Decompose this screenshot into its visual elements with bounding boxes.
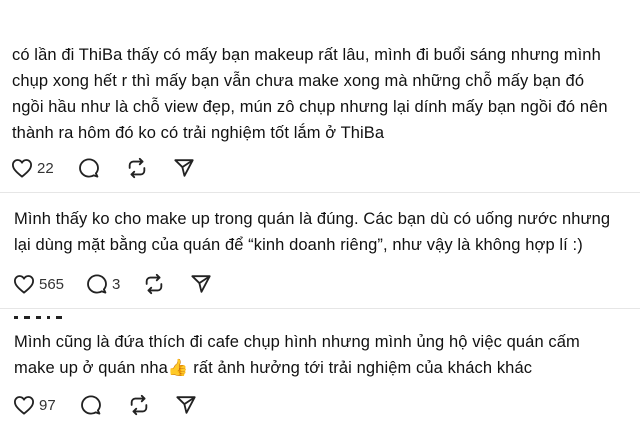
comment-button[interactable]: 3 — [86, 273, 120, 295]
post-text-line: Mình cũng là đứa thích đi cafe chụp hình… — [14, 333, 580, 351]
comment-bubble-icon — [80, 394, 102, 416]
clipped-text-fragment — [14, 312, 106, 320]
heart-icon — [13, 395, 35, 415]
repost-icon — [126, 157, 148, 179]
post-text: có lần đi ThiBa thấy có mấy bạn makeup r… — [12, 42, 608, 146]
comment-count: 3 — [112, 275, 121, 293]
post-text-line: có lần đi ThiBa thấy có mấy bạn makeup r… — [12, 46, 601, 64]
repost-button[interactable] — [128, 394, 150, 416]
like-count: 22 — [37, 159, 54, 177]
post-text-line: make up ở quán nha👍 rất ảnh hưởng tới tr… — [14, 359, 533, 377]
like-count: 565 — [39, 275, 65, 293]
comment-button[interactable] — [80, 394, 102, 416]
post-text: Mình thấy ko cho make up trong quán là đ… — [14, 206, 610, 258]
send-icon — [175, 394, 197, 416]
share-button[interactable] — [190, 273, 212, 295]
send-icon — [190, 273, 212, 295]
repost-button[interactable] — [126, 157, 148, 179]
like-button[interactable]: 565 — [13, 274, 64, 294]
comment-button[interactable] — [78, 157, 100, 179]
post-divider — [0, 308, 640, 309]
action-bar: 97 — [13, 393, 197, 417]
post-text-line: Mình thấy ko cho make up trong quán là đ… — [14, 210, 611, 228]
repost-button[interactable] — [143, 273, 165, 295]
share-button[interactable] — [173, 157, 195, 179]
post-divider — [0, 192, 640, 193]
comment-bubble-icon — [86, 273, 108, 295]
repost-icon — [143, 273, 165, 295]
post-text-line: lại dùng mặt bằng của quán để “kinh doan… — [14, 236, 583, 254]
share-button[interactable] — [175, 394, 197, 416]
send-icon — [173, 157, 195, 179]
post-text-line: thành ra hôm đó ko có trải nghiệm tốt lắ… — [12, 124, 385, 142]
heart-icon — [13, 274, 35, 294]
like-button[interactable]: 97 — [13, 395, 56, 415]
comment-bubble-icon — [78, 157, 100, 179]
post-text-line: ngồi hầu như là chỗ view đẹp, mún zô chụ… — [12, 98, 608, 116]
action-bar: 565 3 — [13, 272, 212, 296]
repost-icon — [128, 394, 150, 416]
heart-icon — [11, 158, 33, 178]
action-bar: 22 — [11, 156, 195, 180]
like-button[interactable]: 22 — [11, 158, 54, 178]
post-text-line: chụp xong hết r thì mấy bạn vẫn chưa mak… — [12, 72, 585, 90]
post-text: Mình cũng là đứa thích đi cafe chụp hình… — [14, 329, 580, 381]
thread-screenshot: có lần đi ThiBa thấy có mấy bạn makeup r… — [0, 0, 640, 430]
like-count: 97 — [39, 396, 56, 414]
